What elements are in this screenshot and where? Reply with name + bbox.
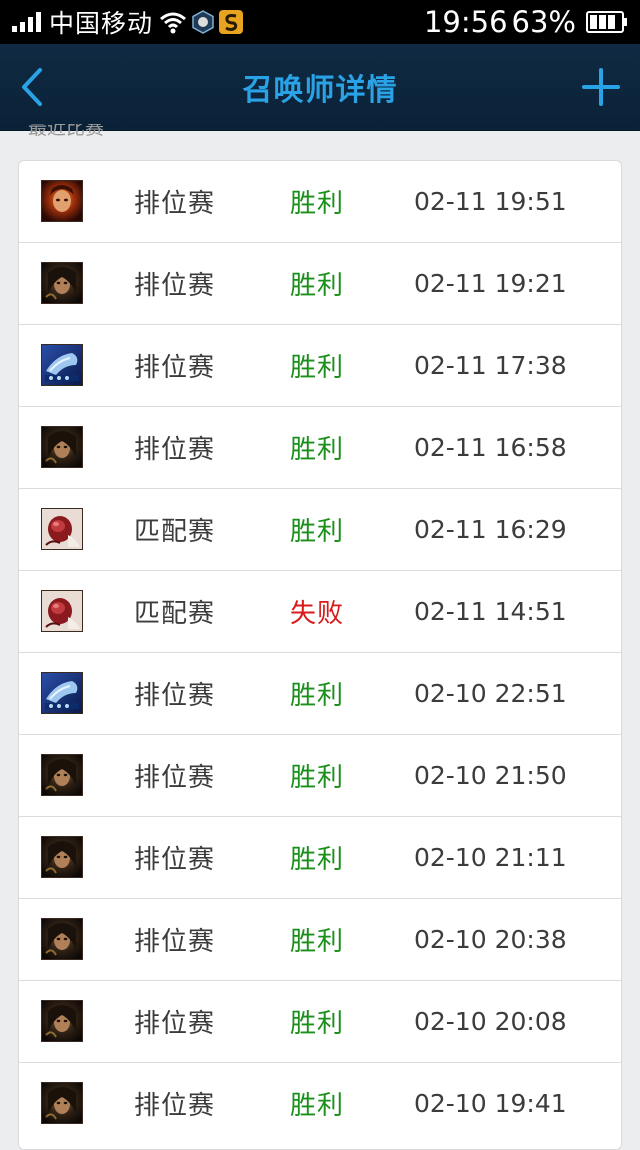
champion-portrait-dark-icon [41, 754, 83, 796]
game-mode: 排位赛 [134, 1090, 216, 1121]
game-mode: 排位赛 [134, 844, 216, 875]
match-result: 失败 [290, 598, 345, 629]
match-result: 胜利 [290, 516, 345, 547]
match-time: 02-11 19:21 [414, 268, 567, 298]
app-notification-icon [192, 10, 214, 34]
champion-portrait-fiery-icon [41, 180, 83, 222]
game-mode: 排位赛 [134, 926, 216, 957]
game-mode: 匹配赛 [134, 598, 216, 629]
plus-icon [582, 68, 620, 106]
match-row-6[interactable]: 匹配赛 失败 02-11 14:51 [19, 571, 621, 653]
champion-portrait-dark-icon [41, 426, 83, 468]
champion-portrait-dark-icon [41, 1000, 83, 1042]
match-result: 胜利 [290, 844, 345, 875]
game-mode: 排位赛 [134, 352, 216, 383]
champion-portrait-dark-icon [41, 1082, 83, 1124]
match-time: 02-10 20:08 [414, 1006, 567, 1036]
battery-percentage: 63% [511, 5, 576, 39]
champion-portrait-red-icon [41, 590, 83, 632]
match-row-7[interactable]: 排位赛 胜利 02-10 22:51 [19, 653, 621, 735]
match-result: 胜利 [290, 434, 345, 465]
app-s-icon [219, 10, 244, 34]
match-row-5[interactable]: 匹配赛 胜利 02-11 16:29 [19, 489, 621, 571]
match-result: 胜利 [290, 926, 345, 957]
match-time: 02-10 20:38 [414, 924, 567, 954]
status-bar: 中国移动 19:56 63% [0, 0, 640, 44]
game-mode: 排位赛 [134, 188, 216, 219]
match-time: 02-10 19:41 [414, 1088, 567, 1118]
battery-icon [586, 11, 627, 33]
wifi-icon [160, 12, 186, 34]
match-result: 胜利 [290, 1090, 345, 1121]
match-row-4[interactable]: 排位赛 胜利 02-11 16:58 [19, 407, 621, 489]
match-row-10[interactable]: 排位赛 胜利 02-10 20:38 [19, 899, 621, 981]
champion-portrait-blue-icon [41, 344, 83, 386]
match-result: 胜利 [290, 188, 345, 219]
match-result: 胜利 [290, 1008, 345, 1039]
match-time: 02-10 21:50 [414, 760, 567, 790]
match-row-2[interactable]: 排位赛 胜利 02-11 19:21 [19, 243, 621, 325]
match-result: 胜利 [290, 270, 345, 301]
match-row-9[interactable]: 排位赛 胜利 02-10 21:11 [19, 817, 621, 899]
champion-portrait-red-icon [41, 508, 83, 550]
match-row-8[interactable]: 排位赛 胜利 02-10 21:50 [19, 735, 621, 817]
game-mode: 排位赛 [134, 434, 216, 465]
match-row-12[interactable]: 排位赛 胜利 02-10 19:41 [19, 1063, 621, 1145]
match-time: 02-10 21:11 [414, 842, 567, 872]
game-mode: 排位赛 [134, 1008, 216, 1039]
match-row-11[interactable]: 排位赛 胜利 02-10 20:08 [19, 981, 621, 1063]
match-time: 02-11 19:51 [414, 186, 567, 216]
match-time: 02-11 16:29 [414, 514, 567, 544]
champion-portrait-blue-icon [41, 672, 83, 714]
add-button[interactable] [580, 66, 622, 108]
champion-portrait-dark-icon [41, 836, 83, 878]
game-mode: 排位赛 [134, 680, 216, 711]
match-result: 胜利 [290, 352, 345, 383]
title-bar: 召唤师详情 [0, 44, 640, 131]
match-time: 02-11 14:51 [414, 596, 567, 626]
clock: 19:56 [423, 5, 508, 39]
match-time: 02-11 16:58 [414, 432, 567, 462]
game-mode: 排位赛 [134, 270, 216, 301]
recent-matches-label: 最近比赛 [28, 124, 105, 138]
page-title: 召唤师详情 [242, 73, 398, 108]
match-result: 胜利 [290, 762, 345, 793]
section-label: 最近比赛 [28, 124, 104, 138]
game-mode: 排位赛 [134, 762, 216, 793]
champion-portrait-dark-icon [41, 918, 83, 960]
carrier-name: 中国移动 [49, 9, 154, 38]
match-row-3[interactable]: 排位赛 胜利 02-11 17:38 [19, 325, 621, 407]
game-mode: 匹配赛 [134, 516, 216, 547]
match-row-1[interactable]: 排位赛 胜利 02-11 19:51 [19, 161, 621, 243]
match-time: 02-11 17:38 [414, 350, 567, 380]
signal-strength-icon [12, 12, 41, 32]
match-time: 02-10 22:51 [414, 678, 567, 708]
champion-portrait-dark-icon [41, 262, 83, 304]
match-list: 排位赛 胜利 02-11 19:51 排位赛 胜利 02-11 19:21 排位… [18, 160, 622, 1150]
match-result: 胜利 [290, 680, 345, 711]
